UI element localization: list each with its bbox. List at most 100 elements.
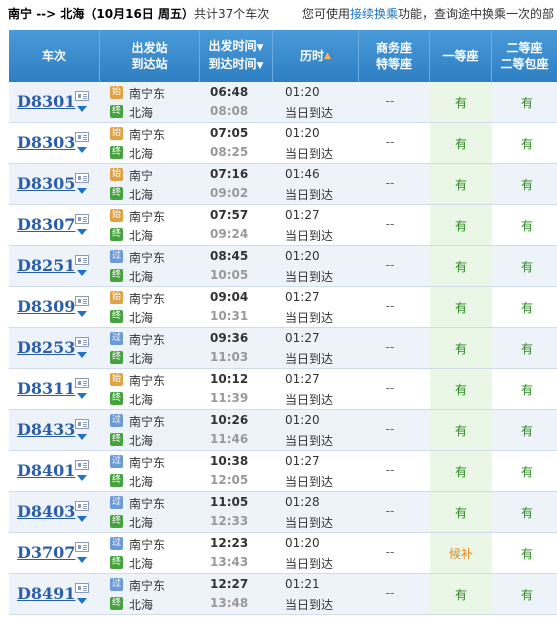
departure-time: 10:12 [210,372,249,386]
arrival-time: 12:05 [210,473,249,487]
train-number-link[interactable]: D8307 [17,215,75,235]
train-detail-icon[interactable] [75,583,89,593]
expand-arrow-icon[interactable] [77,598,87,604]
table-row[interactable]: D8253 过南宁东终北海 09:36 11:03 01:27 当日到达 -- 有 有 [9,328,557,369]
col-duration-label: 历时 [300,49,325,63]
arrival-station: 北海 [129,188,154,202]
first-class-seat: 有 [454,588,467,602]
first-class-cell: 有 [430,410,492,450]
departure-type-badge: 过 [110,414,123,427]
train-number-link[interactable]: D8253 [17,338,75,358]
first-class-cell: 有 [430,82,492,122]
departure-type-badge: 过 [110,332,123,345]
table-row[interactable]: D8251 过南宁东终北海 08:45 10:05 01:20 当日到达 -- 有 有 [9,246,557,287]
train-detail-icon[interactable] [75,337,89,347]
duration: 01:27 [285,454,320,468]
train-detail-icon[interactable] [75,255,89,265]
train-detail-icon[interactable] [75,214,89,224]
table-row[interactable]: D8303 始南宁东终北海 07:05 08:25 01:20 当日到达 -- 有 有 [9,123,557,164]
col-train[interactable]: 车次 [9,30,100,82]
departure-type-badge: 始 [110,373,123,386]
train-detail-icon[interactable] [75,501,89,511]
duration: 01:20 [285,249,320,263]
duration: 01:27 [285,372,320,386]
train-number-link[interactable]: D8301 [17,92,75,112]
table-row[interactable]: D8301 始南宁东终北海 06:48 08:08 01:20 当日到达 -- 有 有 [9,82,557,123]
duration: 01:27 [285,331,320,345]
train-detail-icon[interactable] [75,542,89,552]
train-detail-icon[interactable] [75,460,89,470]
train-number-link[interactable]: D8305 [17,174,75,194]
business-seat: -- [385,217,395,231]
train-count: 共计37个车次 [193,7,270,21]
terminal-badge: 终 [110,433,123,446]
train-number-link[interactable]: D8433 [17,420,75,440]
departure-type-badge: 过 [110,578,123,591]
expand-arrow-icon[interactable] [77,106,87,112]
table-row[interactable]: D8311 始南宁东终北海 10:12 11:39 01:27 当日到达 -- 有 有 [9,369,557,410]
first-class-seat: 有 [454,260,467,274]
train-detail-icon[interactable] [75,91,89,101]
col-first: 一等座 [430,30,492,82]
table-row[interactable]: D8307 始南宁东终北海 07:57 09:24 01:27 当日到达 -- 有 有 [9,205,557,246]
arrival-time: 11:03 [210,350,249,364]
departure-station: 南宁东 [129,251,166,265]
train-detail-icon[interactable] [75,378,89,388]
arrival-station: 北海 [129,516,154,530]
train-number-link[interactable]: D8401 [17,461,75,481]
arrival-station: 北海 [129,475,154,489]
business-seat: -- [385,422,395,436]
train-detail-icon[interactable] [75,419,89,429]
expand-arrow-icon[interactable] [77,311,87,317]
arrival-station: 北海 [129,352,154,366]
expand-arrow-icon[interactable] [77,516,87,522]
train-number-link[interactable]: D8309 [17,297,75,317]
arrival-day: 当日到达 [285,270,334,284]
arrival-time: 10:31 [210,309,249,323]
arrival-time: 13:43 [210,555,249,569]
expand-arrow-icon[interactable] [77,557,87,563]
train-number-link[interactable]: D8491 [17,584,75,604]
departure-time: 10:38 [210,454,249,468]
train-detail-icon[interactable] [75,173,89,183]
expand-arrow-icon[interactable] [77,434,87,440]
expand-arrow-icon[interactable] [77,270,87,276]
expand-arrow-icon[interactable] [77,352,87,358]
first-class-cell: 有 [430,369,492,409]
expand-arrow-icon[interactable] [77,188,87,194]
expand-arrow-icon[interactable] [77,229,87,235]
train-number-link[interactable]: D8403 [17,502,75,522]
table-row[interactable]: D8491 过南宁东终北海 12:27 13:48 01:21 当日到达 -- 有 有 [9,574,557,615]
first-class-cell: 有 [430,574,492,614]
table-row[interactable]: D8305 始南宁终北海 07:16 09:02 01:46 当日到达 -- 有 有 [9,164,557,205]
col-duration[interactable]: 历时 ▲ [273,30,359,82]
col-time[interactable]: 出发时间▼ 到达时间▼ [200,30,273,82]
terminal-badge: 终 [110,515,123,528]
departure-type-badge: 始 [110,168,123,181]
table-row[interactable]: D8309 始南宁东终北海 09:04 10:31 01:27 当日到达 -- 有 有 [9,287,557,328]
departure-station: 南宁东 [129,333,166,347]
arrival-station: 北海 [129,147,154,161]
table-row[interactable]: D8403 过南宁东终北海 11:05 12:33 01:28 当日到达 -- 有 有 [9,492,557,533]
train-detail-icon[interactable] [75,132,89,142]
table-row[interactable]: D8401 过南宁东终北海 10:38 12:05 01:27 当日到达 -- 有 有 [9,451,557,492]
from-city: 南宁 [8,7,33,21]
table-row[interactable]: D8433 过南宁东终北海 10:26 11:46 01:20 当日到达 -- 有 有 [9,410,557,451]
train-number-link[interactable]: D8311 [17,379,75,399]
travel-date: （10月16日 周五） [84,7,194,21]
train-number-link[interactable]: D3707 [17,543,75,563]
col-station[interactable]: 出发站 到达站 [100,30,200,82]
train-number-link[interactable]: D8251 [17,256,75,276]
duration: 01:20 [285,536,320,550]
second-class-seat: 有 [520,424,533,438]
expand-arrow-icon[interactable] [77,475,87,481]
train-detail-icon[interactable] [75,296,89,306]
departure-station: 南宁东 [129,497,166,511]
expand-arrow-icon[interactable] [77,147,87,153]
terminal-badge: 终 [110,597,123,610]
table-row[interactable]: D3707 过南宁东终北海 12:23 13:43 01:20 当日到达 -- 候补 有 [9,533,557,574]
expand-arrow-icon[interactable] [77,393,87,399]
arrival-day: 当日到达 [285,434,334,448]
train-number-link[interactable]: D8303 [17,133,75,153]
transfer-link[interactable]: 接续换乘 [350,7,398,21]
